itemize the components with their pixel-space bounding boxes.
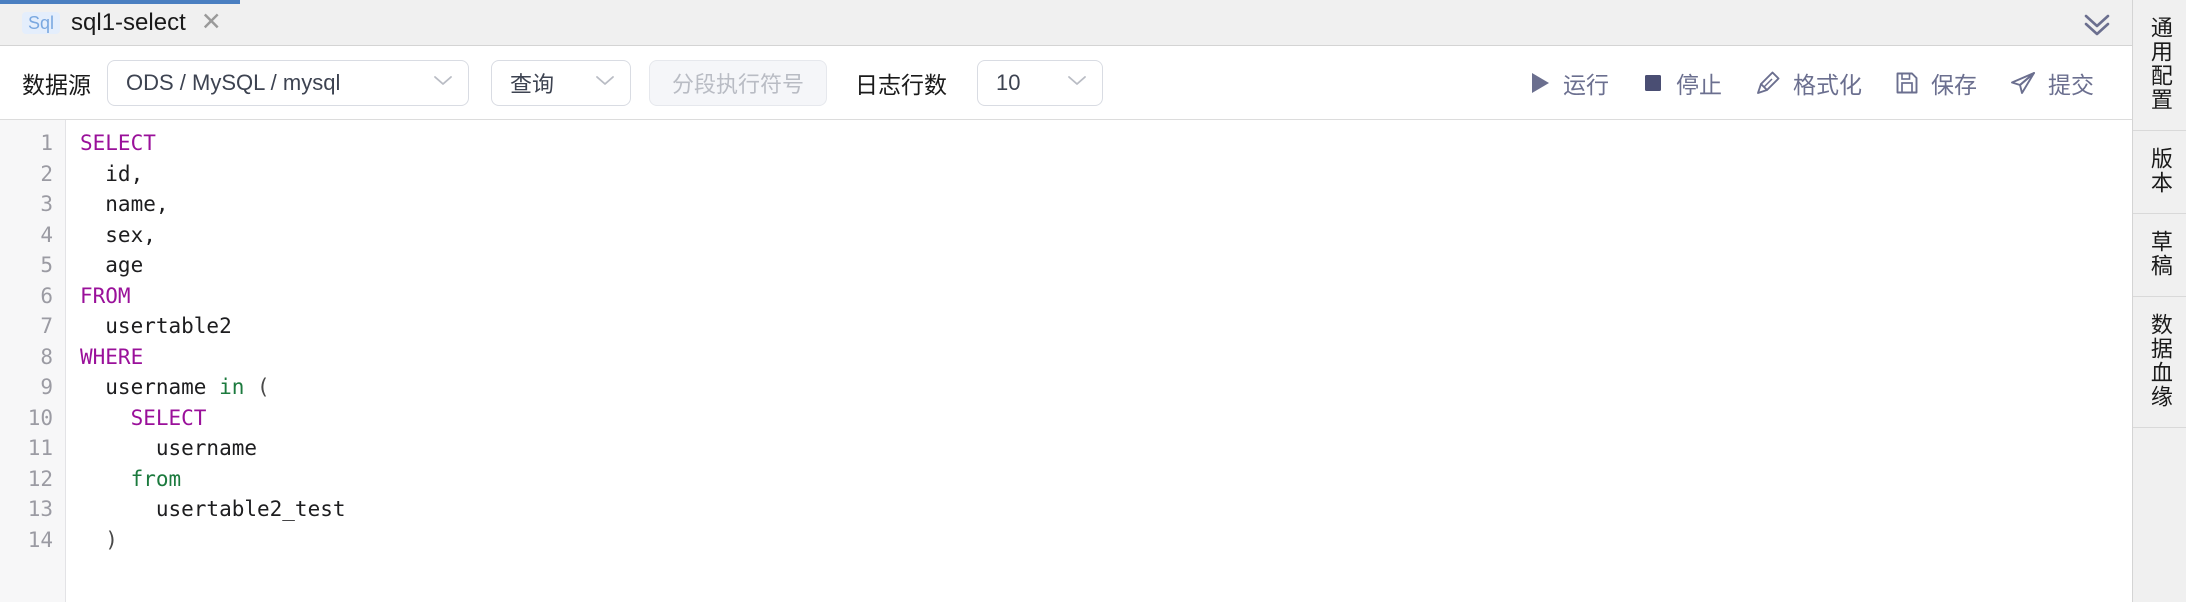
- code-line[interactable]: username in (: [80, 372, 2132, 403]
- run-label: 运行: [1563, 71, 1609, 98]
- tab-bar: Sql sql1-select ✕: [0, 0, 2132, 46]
- chevron-down-icon: [594, 73, 616, 92]
- floppy-disk-icon: [1894, 70, 1920, 96]
- code-token: usertable2_test: [80, 497, 346, 521]
- line-number: 11: [27, 436, 53, 460]
- line-number: 4: [40, 222, 53, 247]
- code-line[interactable]: WHERE: [80, 342, 2132, 373]
- datasource-value: ODS / MySQL / mysql: [126, 69, 341, 95]
- run-button[interactable]: 运行: [1512, 60, 1625, 106]
- code-line[interactable]: from: [80, 464, 2132, 495]
- format-label: 格式化: [1793, 71, 1862, 98]
- sql-type-badge: Sql: [22, 11, 61, 34]
- code-token: name,: [80, 192, 169, 216]
- code-line[interactable]: SELECT: [80, 403, 2132, 434]
- code-line[interactable]: SELECT: [80, 128, 2132, 159]
- rail-tab-4[interactable]: 数据血缘: [2133, 297, 2186, 428]
- rail-tab-2[interactable]: 版本: [2133, 131, 2186, 214]
- line-number: 10: [27, 405, 53, 430]
- line-number: 2: [40, 161, 53, 186]
- submit-label: 提交: [2048, 71, 2094, 98]
- sql-editor-app: Sql sql1-select ✕ 数据源 ODS / MySQL / mysq…: [0, 0, 2186, 602]
- code-token: from: [130, 466, 182, 491]
- code-token: (: [257, 375, 270, 399]
- code-token: usertable2: [80, 314, 232, 338]
- code-token: in: [219, 375, 245, 399]
- code-token: SELECT: [80, 405, 207, 430]
- code-token: SELECT: [80, 131, 156, 155]
- line-number: 14: [27, 527, 53, 552]
- paper-plane-icon: [2009, 70, 2037, 96]
- format-button[interactable]: 格式化: [1738, 60, 1878, 106]
- line-number: 5: [40, 253, 53, 277]
- datasource-label: 数据源: [22, 71, 91, 98]
- code-line[interactable]: usertable2: [80, 311, 2132, 342]
- main-column: Sql sql1-select ✕ 数据源 ODS / MySQL / mysq…: [0, 0, 2132, 602]
- line-number: 7: [40, 314, 53, 338]
- code-token: ): [105, 527, 118, 552]
- submit-button[interactable]: 提交: [1993, 60, 2110, 106]
- stop-square-icon: [1641, 70, 1665, 96]
- line-number: 13: [27, 497, 53, 521]
- tab-title: sql1-select: [71, 8, 186, 36]
- play-icon: [1528, 70, 1552, 96]
- double-chevron-down-icon[interactable]: [2062, 0, 2132, 45]
- save-label: 保存: [1931, 71, 1977, 98]
- code-line[interactable]: FROM: [80, 281, 2132, 312]
- segment-exec-symbol-button: 分段执行符号: [649, 59, 828, 106]
- code-token: sex,: [80, 222, 156, 247]
- code-area[interactable]: SELECT id, name, sex, age FROM usertable2…: [66, 120, 2132, 602]
- code-line[interactable]: name,: [80, 189, 2132, 220]
- code-line[interactable]: age: [80, 250, 2132, 281]
- log-rows-value: 10: [996, 69, 1021, 95]
- line-number: 12: [27, 466, 53, 491]
- stop-label: 停止: [1676, 71, 1722, 98]
- toolbar: 数据源 ODS / MySQL / mysql 查询 分段执行符号 日志行数 1…: [0, 46, 2132, 120]
- chevron-down-icon: [432, 73, 454, 92]
- line-number: 6: [40, 283, 53, 308]
- log-rows-label: 日志行数: [855, 71, 948, 98]
- segment-exec-symbol-label: 分段执行符号: [672, 71, 805, 97]
- exec-mode-select[interactable]: 查询: [491, 59, 631, 106]
- code-token: age: [80, 253, 144, 277]
- log-rows-select[interactable]: 10: [977, 59, 1104, 106]
- line-number: 1: [40, 131, 53, 155]
- code-token: FROM: [80, 283, 131, 308]
- code-line[interactable]: usertable2_test: [80, 494, 2132, 525]
- code-line[interactable]: sex,: [80, 220, 2132, 251]
- code-line[interactable]: ): [80, 525, 2132, 556]
- exec-mode-value: 查询: [510, 71, 555, 97]
- code-token: WHERE: [80, 344, 144, 369]
- code-token: id,: [80, 161, 144, 186]
- code-token: username: [80, 375, 220, 399]
- line-number: 3: [40, 192, 53, 216]
- code-line[interactable]: id,: [80, 159, 2132, 190]
- action-button-group: 运行 停止 格式化 保存 提交: [1512, 60, 2110, 106]
- rail-filler: [2133, 428, 2186, 602]
- tab-sql1-select[interactable]: Sql sql1-select ✕: [0, 0, 240, 45]
- sql-code-editor[interactable]: 1 2 3 4 5 6 7 8 9 10 11 12 13 14 SELECT id, name, sex…: [0, 120, 2132, 602]
- line-number-gutter: 1 2 3 4 5 6 7 8 9 10 11 12 13 14: [0, 120, 66, 602]
- rail-tab-3[interactable]: 草稿: [2133, 214, 2186, 297]
- line-number: 9: [40, 375, 53, 399]
- tab-bar-spacer: [240, 0, 2062, 45]
- datasource-select[interactable]: ODS / MySQL / mysql: [107, 59, 469, 106]
- right-sidebar: 通用配置 版本 草稿 数据血缘: [2132, 0, 2186, 602]
- chevron-down-icon: [1066, 73, 1088, 92]
- close-icon[interactable]: ✕: [201, 10, 222, 35]
- rail-tab-1[interactable]: 通用配置: [2133, 0, 2186, 131]
- code-token: username: [80, 436, 258, 460]
- brush-icon: [1754, 69, 1782, 97]
- code-line[interactable]: username: [80, 433, 2132, 464]
- save-button[interactable]: 保存: [1878, 60, 1993, 106]
- stop-button[interactable]: 停止: [1625, 60, 1738, 106]
- line-number: 8: [40, 344, 53, 369]
